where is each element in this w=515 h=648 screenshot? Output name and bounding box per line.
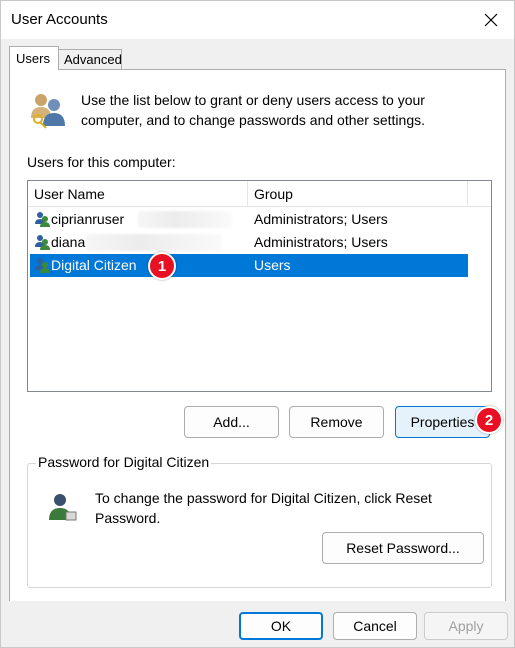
window-title: User Accounts bbox=[11, 11, 108, 28]
intro-text: Use the list below to grant or deny user… bbox=[81, 92, 425, 128]
reset-password-button[interactable]: Reset Password... bbox=[322, 532, 484, 564]
password-groupbox: Password for Digital Citizen To change t… bbox=[27, 454, 492, 588]
apply-button[interactable]: Apply bbox=[424, 612, 508, 640]
user-group: Administrators; Users bbox=[254, 234, 388, 250]
add-button[interactable]: Add... bbox=[184, 406, 279, 438]
user-name: diana bbox=[51, 234, 86, 250]
user-name: Digital Citizen bbox=[51, 257, 137, 273]
users-list[interactable]: User Name Group ciprianruser Administrat… bbox=[27, 180, 492, 392]
tab-advanced[interactable]: Advanced bbox=[58, 49, 122, 69]
list-header: User Name Group bbox=[28, 181, 491, 207]
user-icon bbox=[35, 235, 50, 250]
user-password-icon bbox=[49, 494, 77, 521]
user-group: Users bbox=[254, 257, 291, 273]
close-icon bbox=[484, 13, 498, 27]
users-tab-panel: Use the list below to grant or deny user… bbox=[9, 69, 506, 603]
password-instructions: To change the password for Digital Citiz… bbox=[95, 490, 432, 526]
user-row-digital-citizen[interactable]: Digital Citizen Users bbox=[30, 254, 468, 277]
redacted-area bbox=[86, 234, 222, 251]
user-icon bbox=[35, 258, 50, 273]
cancel-button[interactable]: Cancel bbox=[333, 612, 417, 640]
user-row-ciprianruser[interactable]: ciprianruser Administrators; Users bbox=[30, 208, 468, 231]
user-accounts-window: User Accounts Users Advanced Use the lis… bbox=[0, 0, 515, 648]
dialog-button-bar: OK Cancel Apply bbox=[1, 601, 514, 647]
column-user-name[interactable]: User Name bbox=[28, 181, 248, 207]
ok-button[interactable]: OK bbox=[239, 612, 323, 640]
title-bar: User Accounts bbox=[1, 1, 514, 39]
user-row-diana[interactable]: diana Administrators; Users bbox=[30, 231, 468, 254]
close-button[interactable] bbox=[468, 1, 514, 39]
tab-users[interactable]: Users bbox=[9, 46, 59, 70]
users-list-label: Users for this computer: bbox=[27, 154, 176, 170]
password-group-title: Password for Digital Citizen bbox=[36, 454, 212, 470]
user-name: ciprianruser bbox=[51, 211, 125, 227]
redacted-area bbox=[138, 211, 232, 228]
remove-button[interactable]: Remove bbox=[289, 406, 384, 438]
column-group[interactable]: Group bbox=[248, 181, 468, 207]
step-badge-2: 2 bbox=[475, 406, 503, 434]
user-group: Administrators; Users bbox=[254, 211, 388, 227]
users-group-icon bbox=[31, 94, 65, 129]
user-icon bbox=[35, 212, 50, 227]
step-badge-1: 1 bbox=[148, 252, 176, 280]
